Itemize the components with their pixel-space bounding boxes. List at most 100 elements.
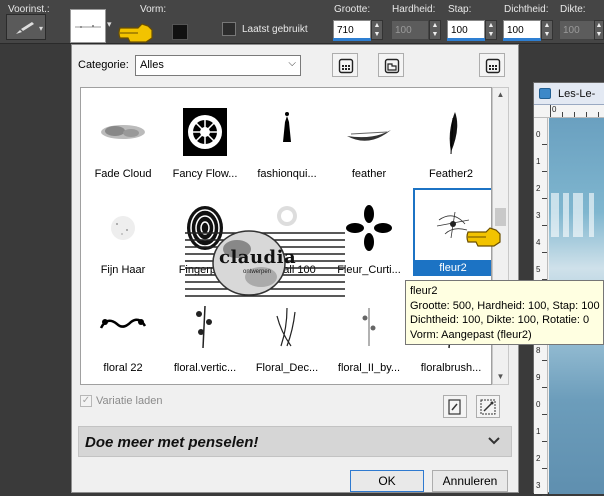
brush-shape-thumbnail[interactable]	[70, 9, 106, 43]
last-used-checkbox[interactable]	[222, 22, 236, 36]
ruler-left-label: 5	[536, 265, 541, 274]
brush-name: Feather2	[428, 168, 474, 180]
magic-brush-icon	[480, 399, 496, 415]
canvas-light-stripe	[563, 193, 569, 237]
more-brushes-label: Doe meer met penselen!	[85, 434, 259, 451]
hardness-label: Hardheid:	[392, 4, 436, 15]
image-window-titlebar[interactable]: Les-Le-	[534, 83, 604, 105]
tool-options-bar: Voorinst.: ▾ Vorm: ▾ Laatst gebruikt Gro…	[0, 0, 604, 44]
canvas-light-stripe	[551, 193, 559, 237]
category-label: Categorie:	[78, 59, 129, 71]
feather-brush-icon	[333, 98, 405, 166]
edit-brush-button[interactable]	[476, 395, 500, 418]
size-slider-bar[interactable]	[333, 38, 371, 41]
ruler-left-label: 3	[536, 481, 541, 490]
brush-name: Fijn Haar	[100, 264, 146, 276]
pointing-hand-icon	[118, 23, 153, 43]
more-brushes-bar[interactable]: Doe meer met penselen!	[78, 426, 512, 457]
floral-swirl-brush-icon	[87, 292, 159, 360]
shape-dropdown-icon[interactable]: ▾	[107, 19, 112, 30]
shape-color-swatch[interactable]	[172, 24, 188, 40]
canvas-light-stripe	[573, 193, 583, 237]
step-input[interactable]: 100	[447, 20, 485, 40]
resource-manager-button[interactable]	[332, 53, 358, 77]
tooltip-density-line: Dichtheid: 100, Dikte: 100, Rotatie: 0	[410, 314, 590, 326]
brush-item-feather2[interactable]: Feather2	[411, 94, 491, 190]
density-slider-bar[interactable]	[503, 38, 541, 41]
floral-ii-brush-icon	[333, 292, 405, 360]
tooltip-shape-line: Vorm: Aangepast (fleur2)	[410, 328, 532, 341]
variation-load-checkbox[interactable]: ✓	[80, 395, 92, 407]
brush-shape-preview-icon	[75, 25, 101, 28]
ruler-left-label: 4	[536, 238, 541, 247]
ruler-tick	[542, 468, 547, 469]
ruler-tick	[542, 252, 547, 253]
brush-item-floral-decor[interactable]: Floral_Dec...	[247, 288, 327, 384]
category-select[interactable]: Alles ⌵	[135, 55, 301, 76]
ruler-tick	[542, 198, 547, 199]
scroll-up-icon[interactable]: ▲	[493, 88, 508, 102]
cancel-button[interactable]: Annuleren	[432, 470, 508, 492]
ruler-left-label: 1	[536, 157, 541, 166]
open-folder-button[interactable]	[378, 53, 404, 77]
watermark-logo: claudia ontwerpen	[185, 225, 345, 301]
hardness-input[interactable]: 100	[391, 20, 429, 40]
chevron-down-icon: ▾	[38, 24, 43, 33]
fancy-flower-brush-icon	[169, 98, 241, 166]
ruler-left-label: 2	[536, 454, 541, 463]
brush-name: floral.vertic...	[173, 362, 237, 374]
brush-item-fine-hair[interactable]: Fijn Haar	[83, 190, 163, 286]
brush-name: floral_II_by...	[337, 362, 401, 374]
tooltip-size-line: Grootte: 500, Hardheid: 100, Stap: 100	[410, 299, 600, 312]
ruler-tick	[542, 144, 547, 145]
image-window-title: Les-Le-	[558, 88, 596, 100]
view-options-button[interactable]	[479, 53, 505, 77]
ruler-left-label: 0	[536, 400, 541, 409]
chevron-down-icon: ⌵	[288, 58, 296, 69]
ruler-horizontal: 0	[534, 105, 604, 118]
ruler-tick	[542, 225, 547, 226]
ruler-left-label: 1	[536, 427, 541, 436]
density-spinner[interactable]: ▲ ▼	[541, 20, 553, 40]
folder-icon	[384, 58, 400, 74]
image-document-icon	[539, 88, 551, 99]
brush-item-fancy-flower[interactable]: Fancy Flow...	[165, 94, 245, 190]
preset-button[interactable]: ▾	[6, 14, 46, 40]
density-input[interactable]: 100	[503, 20, 541, 40]
ruler-tick	[550, 105, 551, 117]
fade-cloud-brush-icon	[87, 98, 159, 166]
shape-label: Vorm:	[140, 4, 167, 15]
step-spinner[interactable]: ▲ ▼	[485, 20, 497, 40]
brush-item-floral-vertical[interactable]: floral.vertic...	[165, 288, 245, 384]
ruler-tick	[574, 112, 575, 117]
brush-item-floral-22[interactable]: floral 22	[83, 288, 163, 384]
brush-name: floralbrush...	[420, 362, 482, 374]
chevron-down-icon[interactable]	[487, 435, 501, 447]
thickness-spinner[interactable]: ▲ ▼	[594, 20, 604, 40]
size-label: Grootte:	[334, 4, 371, 15]
brush-icon	[16, 22, 34, 34]
brush-item-floral-ii[interactable]: floral_II_by...	[329, 288, 409, 384]
ok-button[interactable]: OK	[350, 470, 424, 492]
floral-vertical-brush-icon	[169, 292, 241, 360]
last-used-label: Laatst gebruikt	[242, 24, 308, 35]
thickness-input[interactable]: 100	[559, 20, 595, 40]
ruler-left-label: 2	[536, 184, 541, 193]
brush-name: feather	[351, 168, 387, 180]
brush-item-fashion[interactable]: fashionqui...	[247, 94, 327, 190]
size-spinner[interactable]: ▲ ▼	[371, 20, 383, 40]
size-input[interactable]: 710	[333, 20, 371, 40]
ruler-left-label: 8	[536, 346, 541, 355]
export-brush-button[interactable]	[443, 395, 467, 418]
category-value: Alles	[140, 59, 164, 71]
brush-item-fade-cloud[interactable]: Fade Cloud	[83, 94, 163, 190]
grid-view-icon	[485, 58, 501, 74]
hardness-spinner[interactable]: ▲ ▼	[429, 20, 441, 40]
scroll-down-icon[interactable]: ▼	[493, 370, 508, 384]
tooltip-title: fleur2	[410, 285, 438, 297]
watermark-subtext: ontwerpen	[243, 269, 272, 275]
step-slider-bar[interactable]	[447, 38, 485, 41]
brush-name: floral 22	[103, 362, 143, 374]
ruler-tick	[542, 171, 547, 172]
brush-item-feather[interactable]: feather	[329, 94, 409, 190]
